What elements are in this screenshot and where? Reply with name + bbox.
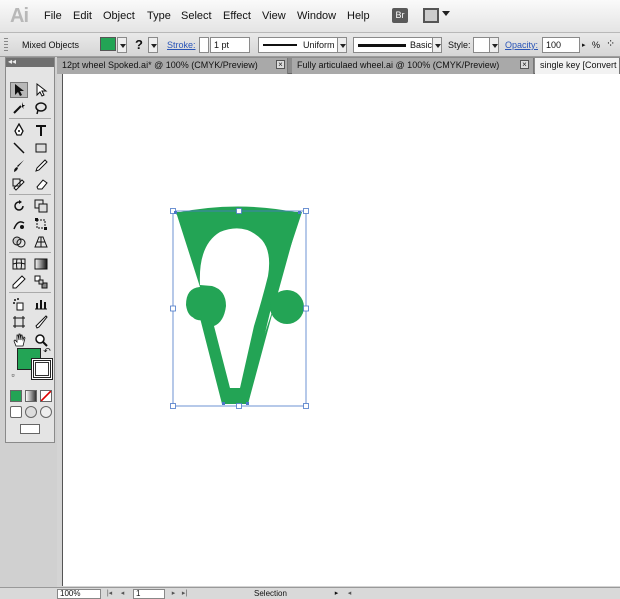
selection-handle[interactable]: [303, 305, 309, 312]
zoom-field[interactable]: 100%: [57, 589, 101, 599]
selection-handle[interactable]: [303, 403, 309, 409]
status-bar: 100% |◂ ◂ 1 ▸ ▸| Selection ▸ ◂: [0, 587, 620, 599]
last-artboard-icon[interactable]: ▸|: [181, 590, 188, 598]
selection-handle[interactable]: [236, 403, 242, 409]
artwork-layer: [170, 206, 309, 409]
previous-artboard-icon[interactable]: ◂: [119, 590, 126, 598]
anchor-point[interactable]: [222, 402, 225, 405]
selection-handle[interactable]: [236, 208, 242, 214]
next-artboard-icon[interactable]: ▸: [170, 590, 177, 598]
key-right-lobe[interactable]: [270, 290, 304, 324]
anchor-point[interactable]: [298, 211, 301, 214]
current-tool-label[interactable]: Selection: [254, 589, 287, 598]
selection-handle[interactable]: [170, 403, 176, 409]
scroll-left-icon[interactable]: ◂: [346, 590, 353, 598]
anchor-point[interactable]: [246, 402, 249, 405]
anchor-point[interactable]: [174, 211, 177, 214]
selection-handle[interactable]: [170, 305, 176, 312]
first-artboard-icon[interactable]: |◂: [106, 590, 113, 598]
status-menu-icon[interactable]: ▸: [333, 590, 340, 598]
artboard-number-field[interactable]: 1: [133, 589, 165, 599]
selection-handle[interactable]: [303, 208, 309, 214]
